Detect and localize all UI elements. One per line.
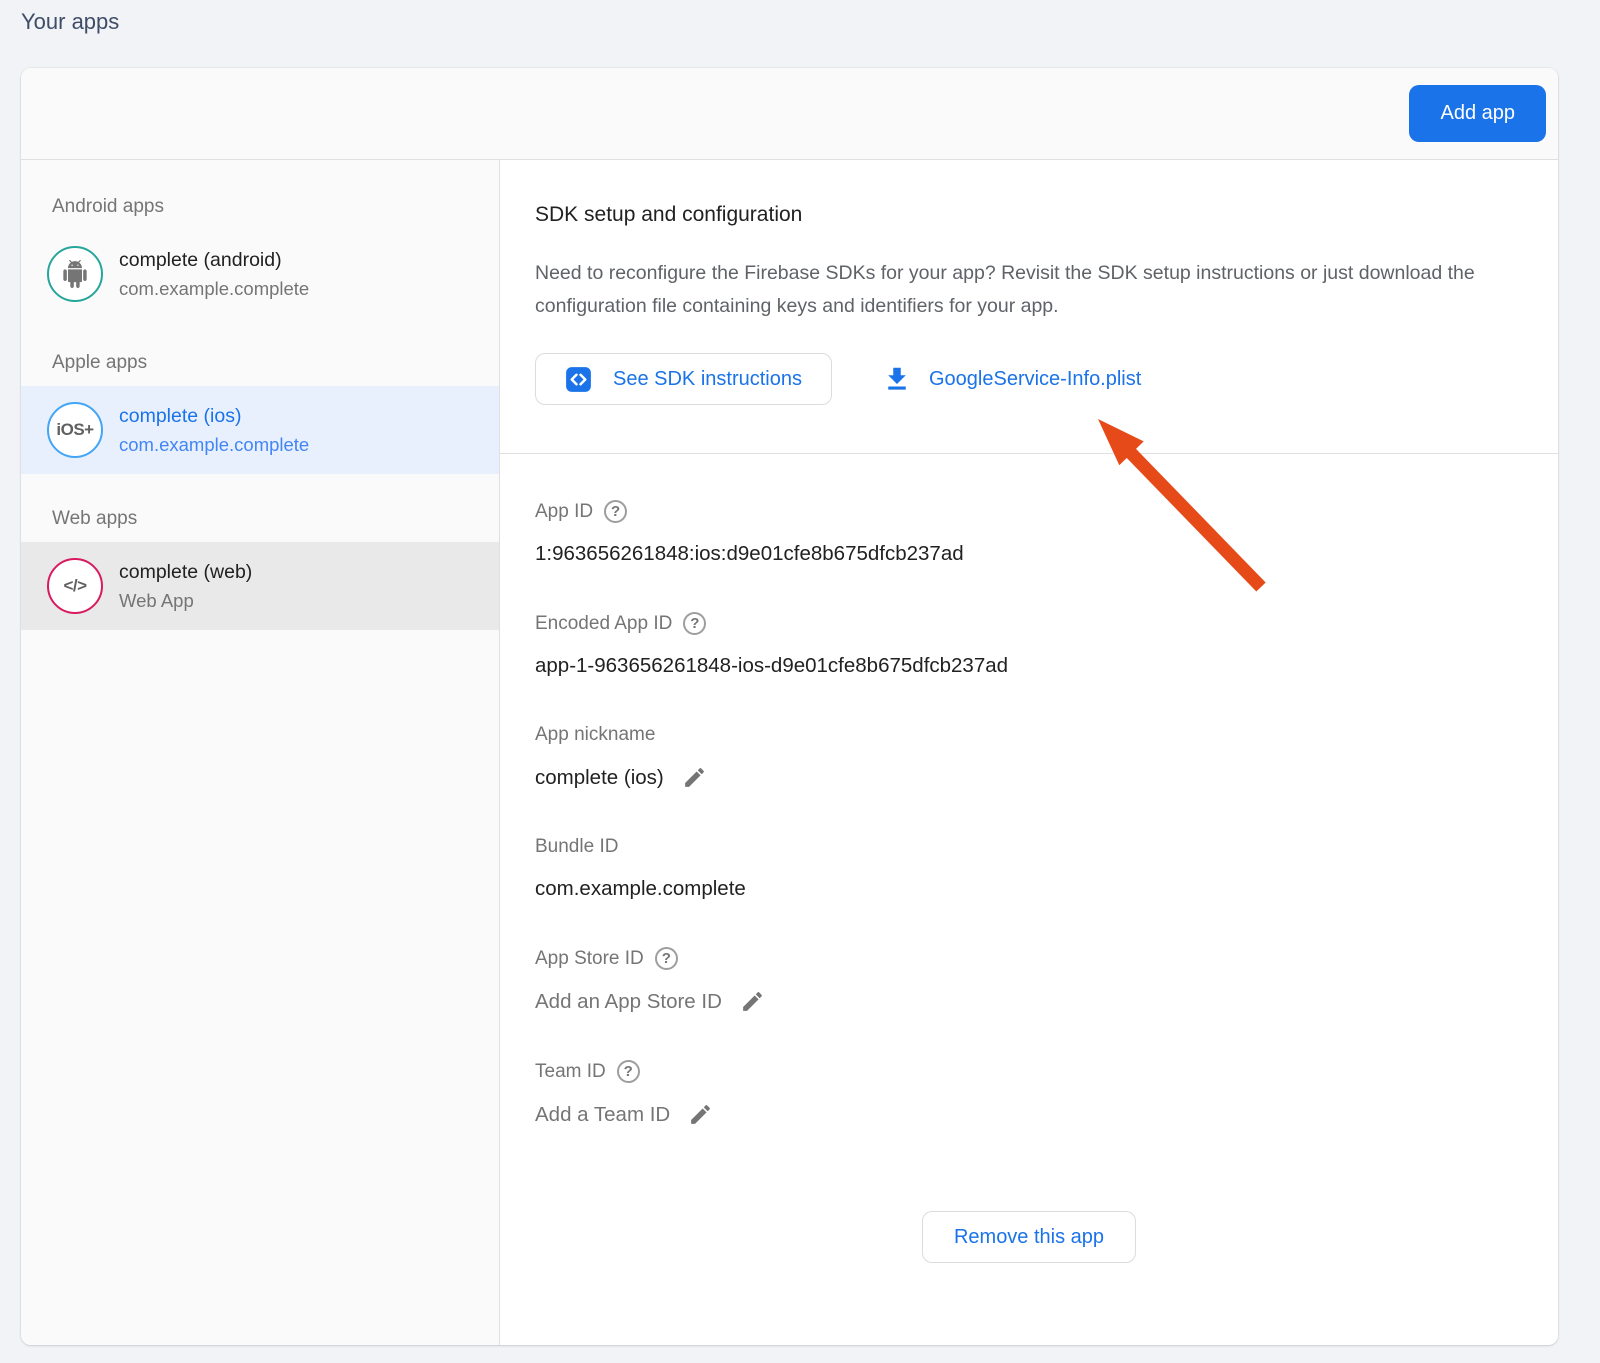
sdk-panel-title: SDK setup and configuration [535, 203, 1558, 227]
pencil-icon [740, 989, 765, 1014]
field-app-store-id: App Store ID ? Add an App Store ID [535, 947, 1558, 1014]
download-icon [882, 364, 912, 394]
field-encoded-app-id: Encoded App ID ? app-1-963656261848-ios-… [535, 612, 1558, 678]
field-label: Encoded App ID [535, 613, 672, 635]
app-bundle-id: com.example.complete [119, 434, 309, 456]
team-id-placeholder: Add a Team ID [535, 1103, 670, 1127]
section-label-android: Android apps [52, 196, 499, 218]
download-plist-link[interactable]: GoogleService-Info.plist [882, 364, 1141, 394]
app-name: complete (android) [119, 249, 309, 272]
app-nickname-value: complete (ios) [535, 766, 664, 790]
pencil-icon [688, 1102, 713, 1127]
app-store-id-placeholder: Add an App Store ID [535, 990, 722, 1014]
see-sdk-instructions-label: See SDK instructions [613, 368, 802, 391]
section-apple-apps: Apple apps iOS+ complete (ios) com.examp… [21, 318, 499, 474]
field-label: Team ID [535, 1061, 606, 1083]
sidebar-item-complete-web[interactable]: </> complete (web) Web App [21, 542, 499, 630]
field-label: App ID [535, 501, 593, 523]
edit-team-id-button[interactable] [688, 1102, 713, 1127]
sdk-actions-row: See SDK instructions GoogleService-Info.… [535, 353, 1558, 405]
sdk-description: Need to reconfigure the Firebase SDKs fo… [535, 257, 1480, 323]
edit-nickname-button[interactable] [682, 765, 707, 790]
app-platform: Web App [119, 590, 252, 612]
see-sdk-instructions-button[interactable]: See SDK instructions [535, 353, 832, 405]
code-book-icon [565, 366, 592, 393]
section-web-apps: Web apps </> complete (web) Web App [21, 474, 499, 630]
encoded-app-id-value: app-1-963656261848-ios-d9e01cfe8b675dfcb… [535, 654, 1008, 678]
help-icon[interactable]: ? [655, 947, 678, 970]
field-app-nickname: App nickname complete (ios) [535, 724, 1558, 790]
pencil-icon [682, 765, 707, 790]
app-id-value: 1:963656261848:ios:d9e01cfe8b675dfcb237a… [535, 542, 964, 566]
field-label: Bundle ID [535, 836, 618, 858]
field-label: App nickname [535, 724, 655, 746]
ios-icon: iOS+ [47, 402, 103, 458]
section-label-apple: Apple apps [52, 352, 499, 374]
download-plist-label: GoogleService-Info.plist [929, 368, 1141, 391]
remove-this-app-button[interactable]: Remove this app [922, 1211, 1136, 1263]
sidebar-item-complete-ios[interactable]: iOS+ complete (ios) com.example.complete [21, 386, 499, 474]
sidebar-item-complete-android[interactable]: complete (android) com.example.complete [21, 230, 499, 318]
divider [500, 453, 1558, 454]
help-icon[interactable]: ? [683, 612, 706, 635]
app-name: complete (web) [119, 561, 252, 584]
app-package-id: com.example.complete [119, 278, 309, 300]
field-bundle-id: Bundle ID com.example.complete [535, 836, 1558, 901]
help-icon[interactable]: ? [604, 500, 627, 523]
page-title: Your apps [21, 9, 119, 35]
your-apps-card: Add app Android apps complete (android) … [21, 68, 1558, 1345]
edit-app-store-id-button[interactable] [740, 989, 765, 1014]
section-android-apps: Android apps complete (android) com.exam… [21, 160, 499, 318]
card-header: Add app [21, 68, 1558, 160]
help-icon[interactable]: ? [617, 1060, 640, 1083]
sdk-config-panel: SDK setup and configuration Need to reco… [500, 160, 1558, 1345]
apps-sidebar: Android apps complete (android) com.exam… [21, 160, 500, 1345]
card-body: Android apps complete (android) com.exam… [21, 160, 1558, 1345]
field-team-id: Team ID ? Add a Team ID [535, 1060, 1558, 1127]
bundle-id-value: com.example.complete [535, 877, 746, 901]
android-icon [47, 246, 103, 302]
section-label-web: Web apps [52, 508, 499, 530]
field-label: App Store ID [535, 948, 644, 970]
app-name: complete (ios) [119, 405, 309, 428]
field-app-id: App ID ? 1:963656261848:ios:d9e01cfe8b67… [535, 500, 1558, 566]
code-web-icon: </> [47, 558, 103, 614]
add-app-button[interactable]: Add app [1409, 85, 1546, 142]
